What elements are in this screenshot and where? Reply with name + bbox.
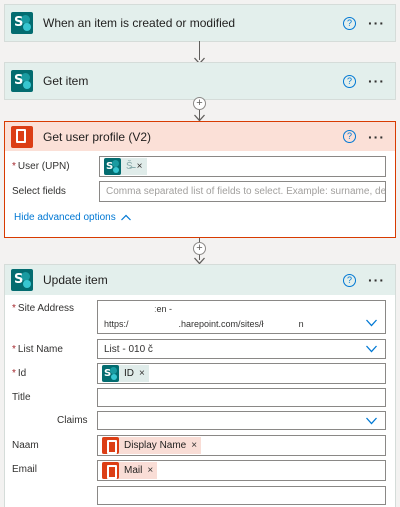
remove-token-icon[interactable]: × bbox=[191, 440, 197, 451]
step-update-item-header[interactable]: S Update item ? ··· bbox=[5, 265, 395, 295]
office365-icon bbox=[102, 437, 119, 454]
remove-token-icon[interactable]: × bbox=[147, 465, 153, 476]
site-address-dropdown[interactable]: ːen - https:/ .harepoint.com/sites/ł n bbox=[97, 300, 386, 334]
remove-token-icon[interactable]: × bbox=[139, 368, 145, 379]
id-field[interactable]: S ID × bbox=[97, 363, 386, 384]
step-title: Get item bbox=[43, 74, 89, 88]
sharepoint-icon: S bbox=[11, 269, 33, 291]
step-trigger-card[interactable]: S When an item is created or modified ? … bbox=[4, 4, 396, 42]
step-trigger-header[interactable]: S When an item is created or modified ? … bbox=[5, 5, 395, 41]
dynamic-content-token[interactable]: S ID × bbox=[102, 365, 149, 382]
site-address-line2: https:/ .harepoint.com/sites/ł n bbox=[104, 319, 304, 329]
select-fields-placeholder: Comma separated list of fields to select… bbox=[106, 186, 385, 197]
email-field[interactable]: Mail × bbox=[97, 460, 386, 481]
chevron-down-icon[interactable] bbox=[366, 319, 377, 327]
list-name-value: List - 010 č bbox=[104, 343, 153, 355]
site-address-label: * Site Address bbox=[12, 303, 75, 314]
more-options-icon[interactable]: ··· bbox=[368, 16, 385, 30]
id-label: * Id bbox=[12, 368, 27, 379]
help-icon[interactable]: ? bbox=[343, 130, 356, 143]
add-step-button[interactable]: + bbox=[193, 97, 206, 110]
office365-icon bbox=[11, 125, 33, 148]
more-options-icon[interactable]: ··· bbox=[368, 130, 385, 144]
next-field-input[interactable] bbox=[97, 486, 386, 505]
email-label: Email bbox=[12, 464, 38, 475]
step-get-user-profile-header[interactable]: Get user profile (V2) ? ··· bbox=[5, 122, 395, 151]
sharepoint-icon: S bbox=[11, 12, 33, 34]
office365-icon bbox=[102, 462, 119, 479]
dynamic-content-token[interactable]: S Š̶̶̶̶̶̶̶̶ × bbox=[104, 158, 147, 175]
help-icon[interactable]: ? bbox=[343, 74, 356, 88]
dynamic-content-token[interactable]: Display Name × bbox=[102, 437, 202, 454]
step-get-user-profile-card[interactable]: Get user profile (V2) ? ··· * User (UPN) … bbox=[4, 121, 396, 238]
title-input[interactable] bbox=[97, 388, 386, 407]
sharepoint-icon: S bbox=[11, 70, 33, 92]
select-fields-label: Select fields bbox=[12, 186, 66, 197]
claims-label: Claims bbox=[57, 415, 88, 426]
token-label: Mail bbox=[124, 465, 143, 476]
sharepoint-icon: S bbox=[104, 158, 121, 175]
token-label: ID bbox=[124, 368, 134, 379]
step-title: Get user profile (V2) bbox=[43, 129, 152, 144]
list-name-dropdown[interactable]: List - 010 č bbox=[97, 339, 386, 359]
step-update-item-card[interactable]: S Update item ? ··· * Site Address ːen - … bbox=[4, 264, 396, 507]
title-label: Title bbox=[12, 392, 31, 403]
more-options-icon[interactable]: ··· bbox=[368, 74, 385, 88]
user-upn-field[interactable]: S Š̶̶̶̶̶̶̶̶ × bbox=[99, 156, 386, 177]
remove-token-icon[interactable]: × bbox=[137, 161, 143, 172]
naam-label: Naam bbox=[12, 440, 39, 451]
help-icon[interactable]: ? bbox=[343, 273, 356, 287]
hide-advanced-options-link[interactable]: Hide advanced options bbox=[14, 212, 131, 223]
chevron-down-icon[interactable] bbox=[366, 417, 377, 425]
step-get-item-header[interactable]: S Get item ? ··· bbox=[5, 63, 395, 99]
sharepoint-icon: S bbox=[102, 365, 119, 382]
token-label: Display Name bbox=[124, 440, 187, 451]
claims-dropdown[interactable] bbox=[97, 411, 386, 430]
token-label: Š̶̶̶̶̶̶̶̶ bbox=[126, 161, 133, 172]
step-title: Update item bbox=[43, 273, 108, 287]
site-address-line1: ːen - bbox=[154, 304, 173, 314]
more-options-icon[interactable]: ··· bbox=[368, 273, 385, 287]
step-title: When an item is created or modified bbox=[43, 16, 236, 30]
step-get-item-card[interactable]: S Get item ? ··· bbox=[4, 62, 396, 100]
dynamic-content-token[interactable]: Mail × bbox=[102, 462, 158, 479]
naam-field[interactable]: Display Name × bbox=[97, 435, 386, 456]
chevron-up-icon bbox=[120, 214, 131, 221]
user-upn-label: * User (UPN) bbox=[12, 161, 70, 172]
help-icon[interactable]: ? bbox=[343, 16, 356, 30]
select-fields-input[interactable]: Comma separated list of fields to select… bbox=[99, 181, 386, 202]
chevron-down-icon[interactable] bbox=[366, 345, 377, 353]
list-name-label: * List Name bbox=[12, 344, 63, 355]
add-step-button[interactable]: + bbox=[193, 242, 206, 255]
